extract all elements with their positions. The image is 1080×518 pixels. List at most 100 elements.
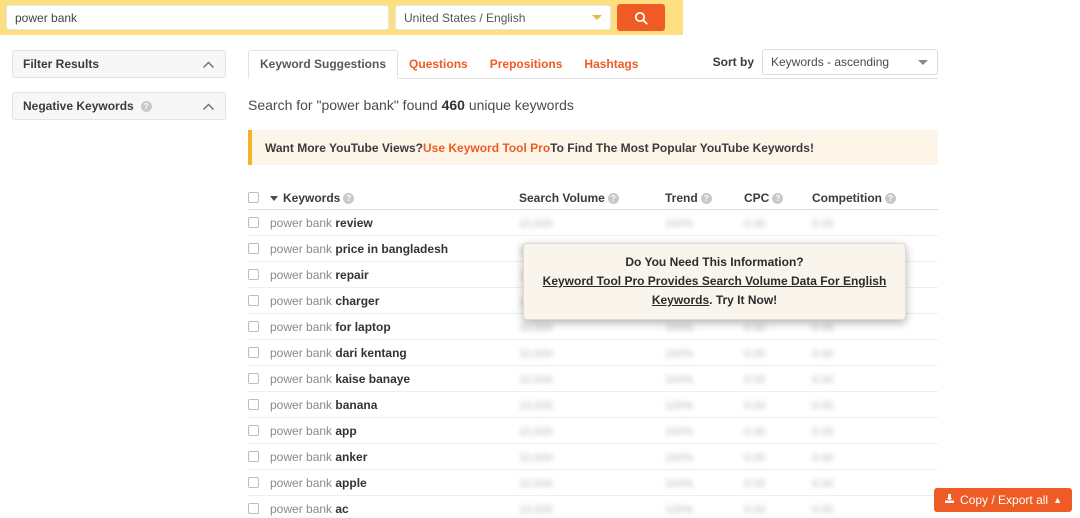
cpc-cell: 0.00 [744,476,812,490]
keyword-cell[interactable]: power bank review [270,216,519,230]
obscured-value: 10,000 [519,504,553,516]
table-row[interactable]: power bank kaise banaye10,000100%0.000.0… [248,366,938,392]
sort-select[interactable]: Keywords - ascending [762,49,938,75]
search-volume-cell: 10,000 [519,502,665,516]
column-header-keywords[interactable]: Keywords? [270,191,519,205]
search-volume-cell: 10,000 [519,216,665,230]
row-checkbox[interactable] [248,451,259,462]
search-bar: United States / English [0,0,683,35]
row-checkbox[interactable] [248,425,259,436]
language-select[interactable]: United States / English [395,5,611,30]
table-row[interactable]: power bank apple10,000100%0.000.00 [248,470,938,496]
row-checkbox[interactable] [248,503,259,514]
row-checkbox[interactable] [248,373,259,384]
tab-bar: Keyword Suggestions Questions Prepositio… [248,50,938,79]
row-checkbox[interactable] [248,399,259,410]
sort-label: Sort by [713,55,754,69]
upsell-tooltip: Do You Need This Information? Keyword To… [523,243,906,320]
keyword-cell[interactable]: power bank anker [270,450,519,464]
help-icon[interactable]: ? [343,193,354,204]
search-button[interactable] [617,4,665,31]
sidebar-item-filter-results[interactable]: Filter Results [12,50,226,78]
tab-hashtags[interactable]: Hashtags [573,51,649,78]
obscured-value: 10,000 [519,218,553,230]
keyword-term: price in bangladesh [335,242,448,256]
table-row[interactable]: power bank anker10,000100%0.000.00 [248,444,938,470]
row-checkbox[interactable] [248,217,259,228]
keyword-cell[interactable]: power bank repair [270,268,519,282]
keyword-cell[interactable]: power bank price in bangladesh [270,242,519,256]
chevron-up-icon[interactable] [202,57,215,72]
tab-keyword-suggestions[interactable]: Keyword Suggestions [248,50,398,79]
competition-cell: 0.00 [812,320,938,334]
column-header-trend[interactable]: Trend? [665,191,744,205]
keyword-term: kaise banaye [335,372,410,386]
tab-questions[interactable]: Questions [398,51,479,78]
help-icon[interactable]: ? [141,101,152,112]
keyword-text: power bank [270,294,335,308]
obscured-value: 100% [665,504,693,516]
obscured-value: 0.00 [744,348,765,360]
obscured-value: 10,000 [519,374,553,386]
promo-banner: Want More YouTube Views? Use Keyword Too… [248,130,938,165]
competition-cell: 0.00 [812,372,938,386]
row-checkbox[interactable] [248,347,259,358]
help-icon[interactable]: ? [701,193,712,204]
tooltip-tail: . Try It Now! [709,293,777,307]
help-icon[interactable]: ? [772,193,783,204]
sidebar-item-negative-keywords[interactable]: Negative Keywords ? [12,92,226,120]
keyword-cell[interactable]: power bank kaise banaye [270,372,519,386]
column-header-competition[interactable]: Competition? [812,191,938,205]
keyword-text: power bank [270,320,335,334]
results-prefix: Search for "power bank" found [248,97,442,113]
copy-export-all-button[interactable]: Copy / Export all ▲ [934,488,1072,512]
chevron-up-icon[interactable] [202,99,215,114]
column-header-cpc[interactable]: CPC? [744,191,812,205]
promo-link[interactable]: Use Keyword Tool Pro [423,141,550,155]
keyword-term: ac [335,502,348,516]
help-icon[interactable]: ? [885,193,896,204]
keyword-cell[interactable]: power bank banana [270,398,519,412]
row-checkbox[interactable] [248,269,259,280]
search-input[interactable] [6,5,389,30]
select-all-checkbox[interactable] [248,192,259,203]
obscured-value: 100% [665,426,693,438]
obscured-value: 0.00 [744,504,765,516]
keyword-cell[interactable]: power bank for laptop [270,320,519,334]
search-volume-cell: 10,000 [519,424,665,438]
tab-prepositions[interactable]: Prepositions [479,51,574,78]
table-row[interactable]: power bank review10,000100%0.000.00 [248,210,938,236]
keywords-table: Keywords? Search Volume? Trend? CPC? Com… [248,186,938,518]
row-checkbox[interactable] [248,243,259,254]
competition-cell: 0.00 [812,476,938,490]
keyword-cell[interactable]: power bank charger [270,294,519,308]
row-select-cell [248,451,270,462]
keyword-text: power bank [270,476,335,490]
keyword-text: power bank [270,372,335,386]
row-select-cell [248,295,270,306]
keyword-cell[interactable]: power bank dari kentang [270,346,519,360]
row-checkbox[interactable] [248,321,259,332]
row-checkbox[interactable] [248,477,259,488]
help-icon[interactable]: ? [608,193,619,204]
trend-cell: 100% [665,424,744,438]
obscured-value: 10,000 [519,400,553,412]
keyword-term: repair [335,268,368,282]
chevron-down-icon [918,60,928,65]
keyword-cell[interactable]: power bank app [270,424,519,438]
keyword-text: power bank [270,216,335,230]
row-checkbox[interactable] [248,295,259,306]
table-row[interactable]: power bank ac10,000100%0.000.00 [248,496,938,518]
obscured-value: 0.00 [744,400,765,412]
competition-cell: 0.00 [812,424,938,438]
obscured-value: 0.00 [812,218,833,230]
table-row[interactable]: power bank dari kentang10,000100%0.000.0… [248,340,938,366]
obscured-value: 0.00 [744,322,765,334]
keyword-cell[interactable]: power bank ac [270,502,519,516]
table-row[interactable]: power bank banana10,000100%0.000.00 [248,392,938,418]
table-row[interactable]: power bank app10,000100%0.000.00 [248,418,938,444]
keyword-text: power bank [270,502,335,516]
column-header-search-volume[interactable]: Search Volume? [519,191,665,205]
obscured-value: 0.00 [744,452,765,464]
keyword-cell[interactable]: power bank apple [270,476,519,490]
